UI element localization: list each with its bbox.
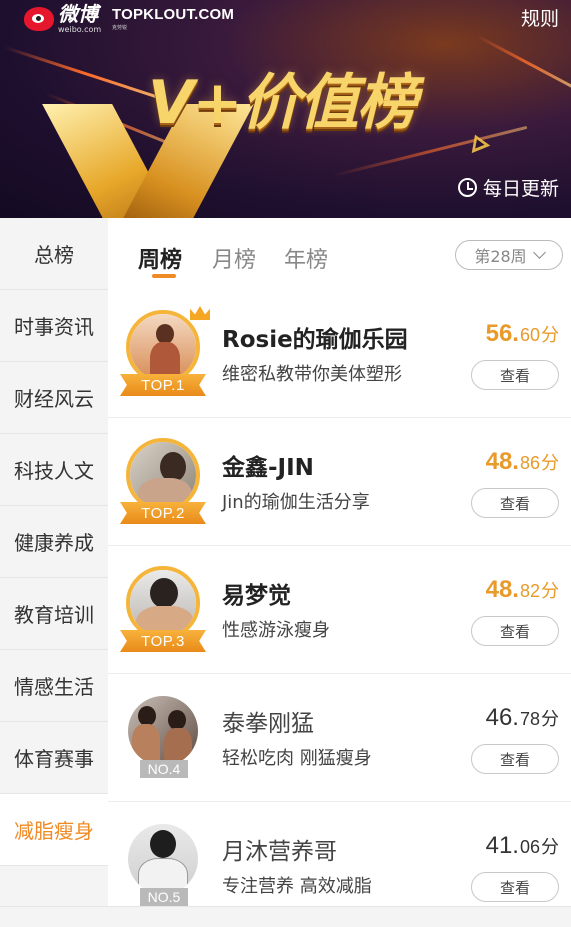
sidebar-item-label: 教育培训 xyxy=(14,603,94,627)
score: 41.06分 xyxy=(486,832,559,860)
tab-weekly[interactable]: 周榜 xyxy=(138,242,182,274)
rank-badge: TOP.3 xyxy=(120,630,206,652)
tab-active-indicator xyxy=(152,274,176,278)
sidebar-item-news[interactable]: 时事资讯 xyxy=(0,290,108,362)
score-unit: 分 xyxy=(541,709,559,729)
score-decimal: 78 xyxy=(519,709,540,729)
sidebar-item-label: 科技人文 xyxy=(14,459,94,483)
account-description: 性感游泳瘦身 xyxy=(222,620,330,641)
list-item[interactable]: NO.4 泰拳刚猛 轻松吃肉 刚猛瘦身 46.78分 查看 xyxy=(108,674,571,802)
clock-icon xyxy=(457,178,477,197)
score-integer: 41. xyxy=(485,832,519,859)
account-description: 轻松吃肉 刚猛瘦身 xyxy=(222,748,372,769)
category-sidebar: 总榜 时事资讯 财经风云 科技人文 健康养成 教育培训 情感生活 体育赛事 减脂… xyxy=(0,218,108,927)
score-unit: 分 xyxy=(541,325,559,345)
list-item[interactable]: TOP.2 金鑫-JIN Jin的瑜伽生活分享 48.86分 查看 xyxy=(108,418,571,546)
topklout-brand: TOPKLOUT.COM xyxy=(112,6,235,23)
sidebar-item-fat-loss[interactable]: 减脂瘦身 xyxy=(0,794,108,866)
account-name[interactable]: 易梦觉 xyxy=(222,576,291,610)
view-button[interactable]: 查看 xyxy=(471,616,559,646)
account-name[interactable]: Rosie的瑜伽乐园 xyxy=(222,320,408,354)
score: 48.86分 xyxy=(486,448,559,476)
light-streak xyxy=(3,45,167,102)
list-item[interactable]: TOP.1 Rosie的瑜伽乐园 维密私教带你美体塑形 56.60分 查看 xyxy=(108,290,571,418)
weibo-logo-domain: weibo.com xyxy=(58,25,102,34)
rank-badge: NO.5 xyxy=(140,888,188,906)
score: 56.60分 xyxy=(486,320,559,348)
week-select[interactable]: 第28周 xyxy=(455,240,563,270)
account-description: 维密私教带你美体塑形 xyxy=(222,364,402,385)
daily-update-label: 每日更新 xyxy=(482,178,559,200)
account-description: 专注营养 高效减脂 xyxy=(222,876,372,897)
weibo-eye-icon xyxy=(24,7,54,31)
sidebar-item-label: 体育赛事 xyxy=(14,747,94,771)
score-integer: 46. xyxy=(485,704,519,731)
score-unit: 分 xyxy=(541,453,559,473)
list-item[interactable]: TOP.3 易梦觉 性感游泳瘦身 48.82分 查看 xyxy=(108,546,571,674)
score-decimal: 60 xyxy=(519,325,540,345)
banner-title: V+价值榜 xyxy=(148,68,417,138)
sidebar-item-finance[interactable]: 财经风云 xyxy=(0,362,108,434)
week-select-value: 第28周 xyxy=(474,247,527,266)
avatar xyxy=(128,824,198,894)
sidebar-item-label: 财经风云 xyxy=(14,387,94,411)
sidebar-item-sports[interactable]: 体育赛事 xyxy=(0,722,108,794)
avatar xyxy=(128,696,198,766)
sidebar-item-education[interactable]: 教育培训 xyxy=(0,578,108,650)
sidebar-item-overall[interactable]: 总榜 xyxy=(0,218,108,290)
score: 46.78分 xyxy=(486,704,559,732)
weibo-logo: 微博 weibo.com xyxy=(24,4,101,34)
banner: 微博 weibo.com TOPKLOUT.COM 克劳锐 规则 V+价值榜 每… xyxy=(0,0,571,218)
ranking-list: TOP.1 Rosie的瑜伽乐园 维密私教带你美体塑形 56.60分 查看 TO… xyxy=(108,290,571,927)
sidebar-item-label: 健康养成 xyxy=(14,531,94,555)
tab-yearly[interactable]: 年榜 xyxy=(284,242,328,274)
rank-badge: NO.4 xyxy=(140,760,188,778)
account-name[interactable]: 泰拳刚猛 xyxy=(222,704,314,738)
score-decimal: 86 xyxy=(519,453,540,473)
triangle-decoration xyxy=(465,130,491,154)
chevron-down-icon xyxy=(532,246,546,259)
score-integer: 56. xyxy=(485,320,519,347)
avatar xyxy=(126,310,200,384)
account-description: Jin的瑜伽生活分享 xyxy=(222,492,370,513)
score-integer: 48. xyxy=(485,448,519,475)
daily-update: 每日更新 xyxy=(457,174,559,201)
avatar xyxy=(126,438,200,512)
sidebar-item-emotion[interactable]: 情感生活 xyxy=(0,650,108,722)
sidebar-item-tech[interactable]: 科技人文 xyxy=(0,434,108,506)
account-name[interactable]: 金鑫-JIN xyxy=(222,448,314,482)
view-button[interactable]: 查看 xyxy=(471,360,559,390)
tab-monthly[interactable]: 月榜 xyxy=(212,242,256,274)
sidebar-item-label: 总榜 xyxy=(34,243,74,267)
sidebar-item-health[interactable]: 健康养成 xyxy=(0,506,108,578)
account-name[interactable]: 月沐营养哥 xyxy=(222,832,337,866)
score: 48.82分 xyxy=(486,576,559,604)
sidebar-item-label: 时事资讯 xyxy=(14,315,94,339)
sidebar-item-label: 减脂瘦身 xyxy=(14,819,94,843)
score-integer: 48. xyxy=(485,576,519,603)
topklout-sub: 克劳锐 xyxy=(112,25,128,31)
score-decimal: 06 xyxy=(519,837,540,857)
rank-badge: TOP.2 xyxy=(120,502,206,524)
bottom-bar xyxy=(0,906,571,927)
score-decimal: 82 xyxy=(519,581,540,601)
weibo-logo-text: 微博 xyxy=(58,2,98,26)
light-streak xyxy=(475,34,571,89)
crown-icon xyxy=(190,306,210,320)
sidebar-item-label: 情感生活 xyxy=(14,675,94,699)
score-unit: 分 xyxy=(541,837,559,857)
view-button[interactable]: 查看 xyxy=(471,744,559,774)
view-button[interactable]: 查看 xyxy=(471,488,559,518)
rules-link[interactable]: 规则 xyxy=(521,4,559,31)
avatar xyxy=(126,566,200,640)
score-unit: 分 xyxy=(541,581,559,601)
topklout-logo: TOPKLOUT.COM 克劳锐 xyxy=(112,4,234,31)
rank-badge: TOP.1 xyxy=(120,374,206,396)
view-button[interactable]: 查看 xyxy=(471,872,559,902)
